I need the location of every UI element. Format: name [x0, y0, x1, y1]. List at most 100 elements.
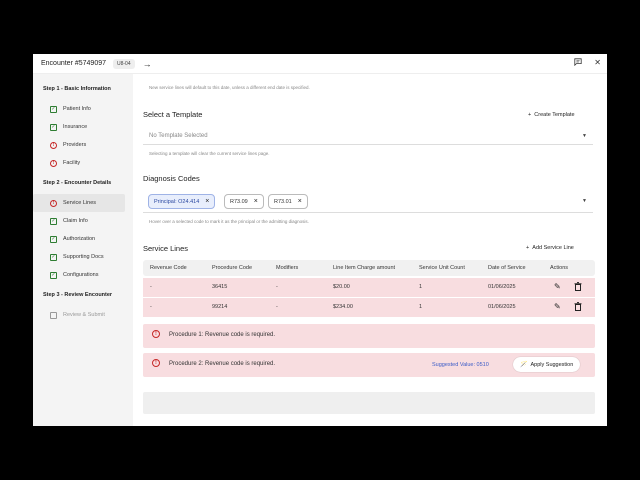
sidebar-item-label: Configurations [63, 272, 99, 278]
sidebar-item-facility[interactable]: ! Facility [33, 154, 133, 172]
step3-heading: Step 3 - Review Encounter [43, 292, 113, 298]
sidebar-item-label: Insurance [63, 124, 88, 130]
sidebar-item-label: Claim Info [63, 218, 88, 224]
sidebar-item-label: Supporting Docs [63, 254, 104, 260]
main-content: ▭ ▭ New service lines will default to th… [133, 74, 607, 426]
template-placeholder: No Template Selected [149, 133, 208, 139]
suggested-value: Suggested Value: 0510 [432, 362, 489, 368]
trash-icon[interactable] [574, 282, 582, 293]
edit-icon[interactable]: ✎ [554, 282, 561, 291]
header-bar: Encounter #5749097 U8-04 → ✕ [33, 54, 607, 74]
close-icon[interactable]: × [254, 198, 258, 205]
table-header: Revenue Code Procedure Code Modifiers Li… [143, 260, 595, 276]
sidebar-item-patient-info[interactable]: ✓ Patient Info [33, 100, 133, 118]
add-service-line-button[interactable]: + Add Service Line [526, 245, 574, 251]
validation-alert: ! Procedure 2: Revenue code is required.… [143, 353, 595, 377]
column-header: Procedure Code [212, 265, 253, 271]
calendar-icon[interactable]: ▭ [355, 74, 362, 76]
procedure-code-cell: 36415 [212, 284, 228, 290]
chevron-down-icon: ▼ [582, 133, 587, 139]
chip-label: R73.09 [230, 198, 248, 205]
column-header: Date of Service [488, 265, 526, 271]
close-icon[interactable]: × [205, 198, 209, 205]
encounter-window: Encounter #5749097 U8-04 → ✕ Step 1 - Ba… [33, 54, 607, 426]
check-icon: ✓ [50, 123, 57, 131]
chevron-down-icon[interactable]: ▼ [582, 198, 587, 204]
apply-suggestion-button[interactable]: 🪄 Apply Suggestion [513, 357, 581, 372]
validation-alert: ! Procedure 1: Revenue code is required. [143, 324, 595, 348]
procedure-code-cell: 99214 [212, 304, 228, 310]
revenue-code-cell: - [150, 284, 152, 290]
diagnosis-chip[interactable]: R73.09 × [224, 194, 264, 209]
column-header: Modifiers [276, 265, 299, 271]
arrow-right-icon[interactable]: → [143, 59, 152, 69]
close-icon[interactable]: ✕ [594, 58, 601, 68]
chat-icon[interactable] [574, 58, 582, 68]
chip-label: Principal: O24.414 [154, 198, 200, 205]
sidebar-item-claim-info[interactable]: ✓ Claim Info [33, 212, 133, 230]
trash-icon[interactable] [574, 302, 582, 313]
apply-suggestion-label: Apply Suggestion [530, 361, 574, 368]
charge-amount-cell: $234.00 [333, 304, 353, 310]
step1-heading: Step 1 - Basic Information [43, 86, 111, 92]
check-icon: ✓ [50, 217, 57, 225]
check-icon: ✓ [50, 253, 57, 261]
date-of-service-cell: 01/06/2025 [488, 304, 516, 310]
plus-icon: + [528, 112, 532, 118]
diagnosis-chip[interactable]: R73.01 × [268, 194, 308, 209]
encounter-title: Encounter #5749097 [41, 60, 106, 67]
service-lines-title: Service Lines [143, 244, 189, 253]
modifiers-cell: - [276, 304, 278, 310]
sidebar-item-review-submit[interactable]: Review & Submit [33, 306, 133, 324]
column-header: Line Item Charge amount [333, 265, 396, 271]
sidebar-item-label: Review & Submit [63, 312, 105, 318]
sidebar-item-configurations[interactable]: ✓ Configurations [33, 266, 133, 284]
table-row: - 99214 - $234.00 1 01/06/2025 ✎ [143, 298, 595, 317]
checkbox-empty-icon [50, 311, 57, 319]
check-icon: ✓ [50, 105, 57, 113]
unit-count-cell: 1 [419, 304, 423, 310]
sidebar-item-label: Providers [63, 142, 87, 148]
sidebar-item-insurance[interactable]: ✓ Insurance [33, 118, 133, 136]
edit-icon[interactable]: ✎ [554, 302, 561, 311]
table-row: - 36415 - $20.00 1 01/06/2025 ✎ [143, 278, 595, 297]
sidebar-item-label: Service Lines [63, 200, 97, 206]
diagnosis-chip-principal[interactable]: Principal: O24.414 × [148, 194, 216, 209]
sidebar-item-supporting-docs[interactable]: ✓ Supporting Docs [33, 248, 133, 266]
plus-icon: + [526, 245, 530, 251]
charge-amount-cell: $20.00 [333, 284, 350, 290]
alert-text: Procedure 1: Revenue code is required. [169, 332, 276, 338]
sidebar-item-service-lines[interactable]: ! Service Lines [33, 194, 125, 212]
check-icon: ✓ [50, 235, 57, 243]
column-header: Actions [550, 265, 569, 271]
diagnosis-title: Diagnosis Codes [143, 174, 200, 183]
unit-count-cell: 1 [419, 284, 423, 290]
error-icon: ! [152, 330, 160, 338]
diagnosis-hint: Hover over a selected code to mark it as… [149, 219, 309, 224]
calendar-icon[interactable]: ▭ [581, 74, 588, 76]
close-icon[interactable]: × [298, 198, 302, 205]
error-icon: ! [50, 159, 57, 167]
revenue-code-cell: - [150, 304, 152, 310]
check-icon: ✓ [50, 271, 57, 279]
sidebar-item-label: Authorization [63, 236, 96, 242]
sidebar-item-label: Patient Info [63, 106, 91, 112]
error-icon: ! [50, 199, 57, 207]
sidebar-item-authorization[interactable]: ✓ Authorization [33, 230, 133, 248]
error-icon: ! [50, 141, 57, 149]
column-header: Service Unit Count [419, 265, 465, 271]
template-select[interactable]: No Template Selected ▼ [143, 129, 593, 145]
service-date-fields: ▭ ▭ [149, 74, 589, 78]
service-date-hint: New service lines will default to this d… [149, 85, 310, 90]
date-of-service-cell: 01/06/2025 [488, 284, 516, 290]
create-template-button[interactable]: + Create Template [528, 112, 575, 118]
sidebar-item-label: Facility [63, 160, 81, 166]
claim-charge-amount-field[interactable] [143, 392, 595, 414]
diagnosis-codes-input[interactable]: Principal: O24.414 × R73.09 × R73.01 × ▼ [143, 191, 593, 213]
error-icon: ! [152, 359, 160, 367]
template-title: Select a Template [143, 110, 203, 119]
create-template-label: Create Template [534, 112, 575, 118]
encounter-badge: U8-04 [113, 58, 135, 69]
sidebar-item-providers[interactable]: ! Providers [33, 136, 133, 154]
alert-text: Procedure 2: Revenue code is required. [169, 361, 276, 367]
